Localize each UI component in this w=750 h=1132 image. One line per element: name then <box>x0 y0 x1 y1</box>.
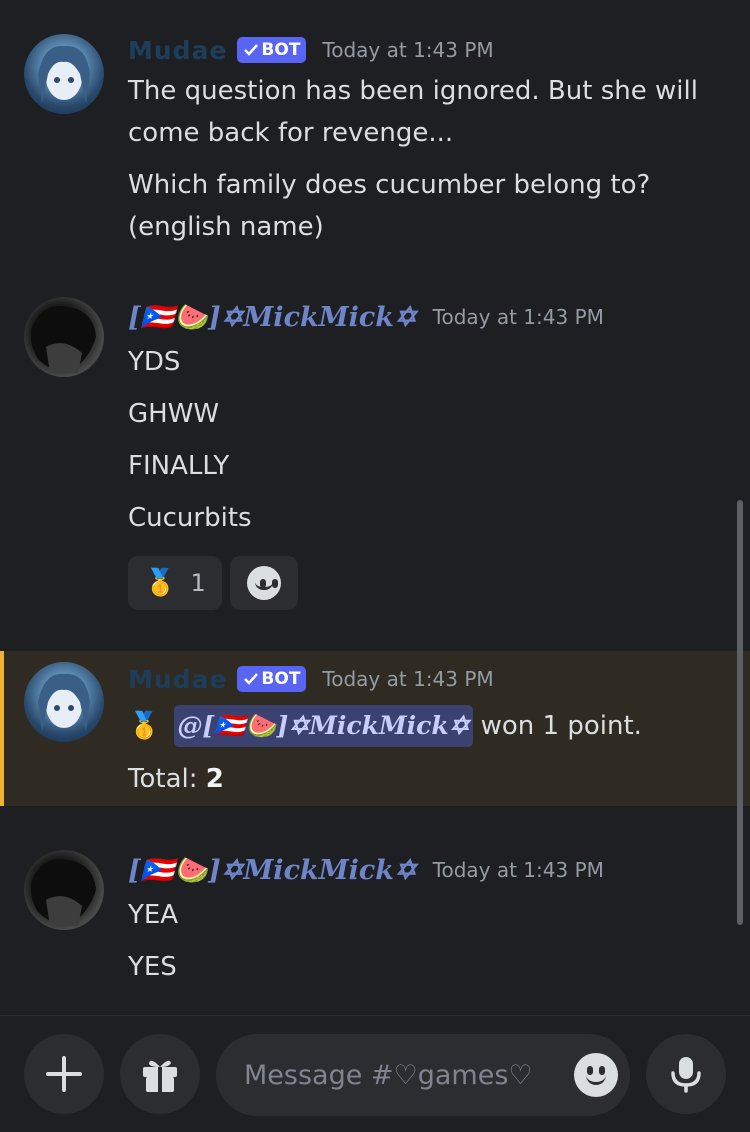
won-text: won 1 point. <box>480 711 642 741</box>
bot-badge-label: BOT <box>261 40 301 60</box>
add-attachment-button[interactable] <box>24 1034 104 1114</box>
message-text: Which family does cucumber belong to? <box>128 170 651 200</box>
emoji-icon[interactable] <box>574 1053 618 1097</box>
username-mickmick[interactable]: ✡MickMick✡ <box>221 855 417 886</box>
reaction-count: 1 <box>190 569 206 597</box>
avatar-mickmick[interactable] <box>24 850 104 930</box>
message-header: Mudae BOT Today at 1:43 PM <box>128 662 494 696</box>
timestamp[interactable]: Today at 1:43 PM <box>433 305 604 329</box>
avatar-mudae[interactable] <box>24 662 104 742</box>
gift-icon <box>143 1060 177 1092</box>
add-reaction-icon <box>247 566 281 600</box>
message-header: [🇵🇷🍉] ✡MickMick✡ Today at 1:43 PM <box>128 300 604 334</box>
message-list[interactable]: Mudae BOT Today at 1:43 PM The question … <box>0 0 750 1015</box>
total-line: Total: 2 <box>128 758 224 800</box>
message-text: Cucurbits <box>128 503 252 533</box>
message-text: come back for revenge... <box>128 118 454 148</box>
timestamp[interactable]: Today at 1:43 PM <box>322 667 493 691</box>
verified-check-icon <box>244 673 259 685</box>
username-mudae[interactable]: Mudae <box>128 36 227 65</box>
avatar-dark-hair-image <box>30 858 96 926</box>
timestamp[interactable]: Today at 1:43 PM <box>433 858 604 882</box>
avatar-anime-girl-image <box>38 45 90 104</box>
total-label: Total: <box>128 764 198 794</box>
bot-badge: BOT <box>237 666 307 692</box>
message-text: The question has been ignored. But she w… <box>128 76 698 106</box>
bot-badge-label: BOT <box>261 669 301 689</box>
user-mention[interactable]: @[🇵🇷🍉]✡MickMick✡ <box>174 705 473 747</box>
message-text: GHWW <box>128 399 220 429</box>
scrollbar[interactable] <box>737 500 743 925</box>
avatar-anime-girl-image <box>38 673 90 732</box>
message-input[interactable] <box>244 1059 574 1091</box>
username-mudae[interactable]: Mudae <box>128 665 227 694</box>
voice-message-button[interactable] <box>646 1034 726 1114</box>
message-header: Mudae BOT Today at 1:43 PM <box>128 33 494 67</box>
message-composer <box>0 1015 750 1132</box>
medal-emoji: 🥇 <box>144 568 177 598</box>
username-prefix[interactable]: [🇵🇷🍉] <box>128 854 221 886</box>
message-text: YEA <box>128 900 179 930</box>
winner-line: 🥇 @[🇵🇷🍉]✡MickMick✡ won 1 point. <box>128 705 642 747</box>
timestamp[interactable]: Today at 1:43 PM <box>322 38 493 62</box>
verified-check-icon <box>244 44 259 56</box>
username-mickmick[interactable]: ✡MickMick✡ <box>221 302 417 333</box>
message-input-box[interactable] <box>216 1034 630 1116</box>
message-header: [🇵🇷🍉] ✡MickMick✡ Today at 1:43 PM <box>128 853 604 887</box>
avatar-mudae[interactable] <box>24 34 104 114</box>
microphone-icon <box>671 1057 701 1093</box>
bot-badge: BOT <box>237 37 307 63</box>
message-text: (english name) <box>128 212 324 242</box>
message-text: YES <box>128 952 177 982</box>
username-prefix[interactable]: [🇵🇷🍉] <box>128 301 221 333</box>
message-text: FINALLY <box>128 451 230 481</box>
reaction-medal[interactable]: 🥇 1 <box>128 556 222 610</box>
avatar-mickmick[interactable] <box>24 297 104 377</box>
total-value: 2 <box>205 764 224 794</box>
avatar-dark-hair-image <box>30 305 96 373</box>
message-text: YDS <box>128 347 181 377</box>
add-reaction-button[interactable] <box>230 556 298 610</box>
plus-icon <box>46 1056 82 1092</box>
gift-button[interactable] <box>120 1034 200 1114</box>
medal-emoji: 🥇 <box>128 711 161 741</box>
